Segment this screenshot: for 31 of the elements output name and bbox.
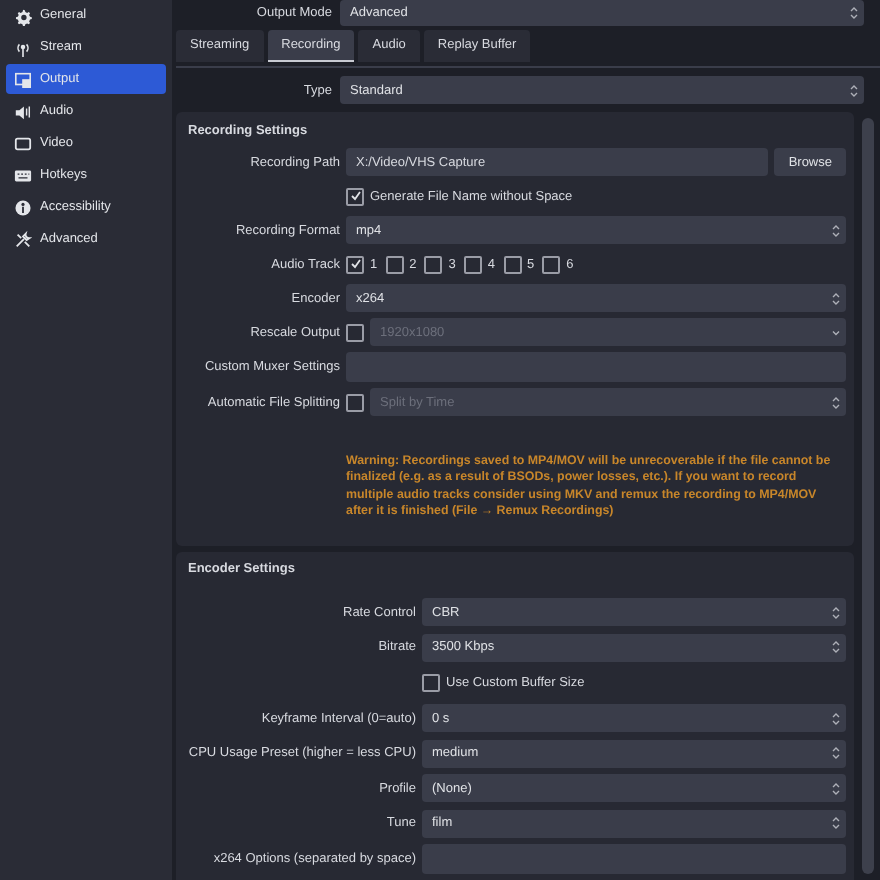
checkbox[interactable] [346,323,364,341]
up-down-arrows-icon [832,746,840,761]
up-down-arrows-icon [850,83,858,97]
up-down-arrows-icon [832,605,840,620]
checkmark-icon [349,258,361,270]
screen-icon [14,133,32,153]
up-down-arrows-icon [832,291,840,305]
monitor-icon [14,69,32,89]
chevron-down-icon [832,329,840,335]
tools-icon [14,229,32,249]
checkbox[interactable] [503,255,521,273]
up-down-arrows-icon [832,640,840,655]
up-down-arrows-icon [832,223,840,237]
checkbox[interactable] [422,673,440,692]
checkbox[interactable] [463,255,482,273]
up-down-arrows-icon [832,711,840,725]
checkbox[interactable] [385,255,404,273]
checkmark-icon [349,190,361,202]
speaker-icon [14,101,32,121]
up-down-arrows-icon [850,6,858,20]
gear-icon [14,5,32,25]
up-down-arrows-icon [832,781,840,796]
up-down-arrows-icon [832,395,840,409]
checkbox[interactable] [542,255,561,273]
keyboard-icon [14,165,32,185]
info-icon [14,197,32,217]
checkbox[interactable] [346,393,364,411]
up-down-arrows-icon [832,816,840,831]
checkbox[interactable] [424,255,443,273]
checkbox[interactable] [346,255,364,273]
checkbox[interactable] [346,187,364,205]
